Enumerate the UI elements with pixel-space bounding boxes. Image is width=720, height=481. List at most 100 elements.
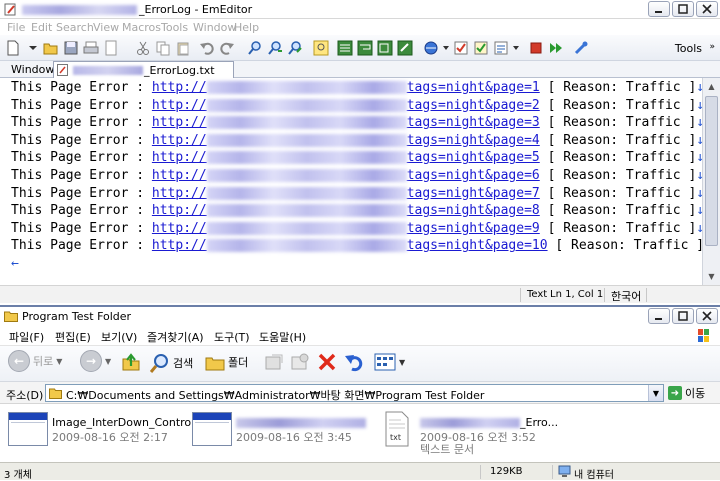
menu-search[interactable]: Search xyxy=(56,21,94,34)
menu-tools[interactable]: Tools xyxy=(161,21,188,34)
redacted-tab-name xyxy=(73,66,143,75)
config-button[interactable] xyxy=(452,39,470,57)
explorer-statusbar: 3 개체 129KB 내 컴퓨터 xyxy=(0,462,720,481)
wrap-page-button[interactable] xyxy=(376,39,394,57)
log-prefix: This Page Error : xyxy=(11,168,152,183)
log-url-link[interactable]: http://tags=night&page=7 xyxy=(152,186,540,201)
toolbar-overflow-icon[interactable]: » xyxy=(709,42,715,52)
go-button[interactable]: ➜ 이동 xyxy=(668,385,705,401)
restore-icon xyxy=(678,311,688,321)
up-button[interactable] xyxy=(122,353,140,371)
copy-to-button[interactable] xyxy=(290,353,310,371)
file-item[interactable]: txt _Erro... 2009-08-16 오전 3:52 텍스트 문서 xyxy=(382,410,582,456)
menu-macros[interactable]: Macros xyxy=(122,21,161,34)
menu-edit[interactable]: 편집(E) xyxy=(55,329,91,345)
minimize-button[interactable] xyxy=(648,308,670,324)
save-button[interactable] xyxy=(62,39,80,57)
plugin-button[interactable] xyxy=(572,39,590,57)
forward-button[interactable]: → ▼ xyxy=(80,350,111,372)
new-dropdown[interactable] xyxy=(24,39,42,57)
log-url-link[interactable]: http://tags=night&page=10 xyxy=(152,238,548,253)
open-button[interactable] xyxy=(42,39,60,57)
explorer-title: Program Test Folder xyxy=(22,310,132,323)
chevron-down-icon: ▼ xyxy=(105,356,112,366)
file-item[interactable]: 2009-08-16 오전 3:45 xyxy=(192,410,372,456)
close-button[interactable] xyxy=(696,308,718,324)
undo-button[interactable] xyxy=(344,352,366,372)
tab-errorlog[interactable]: _ErrorLog.txt xyxy=(53,61,234,78)
search-button[interactable]: 검색 xyxy=(150,353,193,373)
views-button[interactable]: ▼ xyxy=(374,353,405,371)
highlight-button[interactable] xyxy=(312,39,330,57)
address-dropdown-icon[interactable]: ▼ xyxy=(648,385,663,401)
menu-window[interactable]: Window xyxy=(193,21,236,34)
scroll-up-icon[interactable]: ▲ xyxy=(705,79,718,94)
copy-button[interactable] xyxy=(154,39,172,57)
preview-button[interactable] xyxy=(102,39,120,57)
menu-edit[interactable]: Edit xyxy=(31,21,52,34)
log-url-link[interactable]: http://tags=night&page=6 xyxy=(152,168,540,183)
menu-favorites[interactable]: 즐겨찾기(A) xyxy=(147,329,204,345)
restore-button[interactable] xyxy=(672,308,694,324)
log-line: This Page Error : http://tags=night&page… xyxy=(11,79,704,97)
redo-button[interactable] xyxy=(218,39,236,57)
wrap-window-button[interactable] xyxy=(356,39,374,57)
scroll-thumb[interactable] xyxy=(705,96,718,246)
menu-view[interactable]: 보기(V) xyxy=(101,329,137,345)
chevron-down-icon xyxy=(29,46,37,50)
chevron-down-icon: ▼ xyxy=(56,356,63,366)
wrap-char-button[interactable] xyxy=(396,39,414,57)
menu-help[interactable]: 도움말(H) xyxy=(259,329,306,345)
minimize-button[interactable] xyxy=(648,1,670,17)
wrap-none-button[interactable] xyxy=(336,39,354,57)
file-item[interactable]: Image_InterDown_Controler 2009-08-16 오전 … xyxy=(8,410,206,456)
move-to-button[interactable] xyxy=(264,353,284,371)
menu-help[interactable]: Help xyxy=(234,21,259,34)
redacted-url xyxy=(206,186,407,200)
log-url-link[interactable]: http://tags=night&page=8 xyxy=(152,203,540,218)
find-button[interactable] xyxy=(246,39,264,57)
menu-tools[interactable]: 도구(T) xyxy=(214,329,250,345)
restore-button[interactable] xyxy=(672,1,694,17)
back-button[interactable]: ← 뒤로 ▼ xyxy=(8,350,62,372)
log-url-link[interactable]: http://tags=night&page=3 xyxy=(152,115,540,130)
log-line: This Page Error : http://tags=night&page… xyxy=(11,132,704,150)
log-url-link[interactable]: http://tags=night&page=9 xyxy=(152,221,540,236)
tools-toolbar-label[interactable]: Tools xyxy=(675,42,702,55)
menu-view[interactable]: View xyxy=(93,21,119,34)
scroll-down-icon[interactable]: ▼ xyxy=(705,269,718,284)
undo-button[interactable] xyxy=(198,39,216,57)
print-button[interactable] xyxy=(82,39,100,57)
run-macro-button[interactable] xyxy=(547,39,565,57)
log-url-link[interactable]: http://tags=night&page=1 xyxy=(152,80,540,95)
new-button[interactable] xyxy=(4,39,22,57)
close-button[interactable] xyxy=(696,1,718,17)
paste-button[interactable] xyxy=(174,39,192,57)
search-icon xyxy=(150,354,168,373)
log-url-link[interactable]: http://tags=night&page=5 xyxy=(152,150,540,165)
log-line: This Page Error : http://tags=night&page… xyxy=(11,185,704,203)
log-reason: [ Reason: Traffic ] xyxy=(539,115,697,131)
menu-file[interactable]: File xyxy=(7,21,25,34)
cut-button[interactable] xyxy=(134,39,152,57)
log-url-link[interactable]: http://tags=night&page=2 xyxy=(152,98,540,113)
folders-button[interactable]: 폴더 xyxy=(205,353,248,371)
macro-dropdown[interactable] xyxy=(507,39,525,57)
menu-file[interactable]: 파일(F) xyxy=(9,329,44,345)
properties-button[interactable] xyxy=(472,39,490,57)
log-url-link[interactable]: http://tags=night&page=4 xyxy=(152,133,540,148)
log-prefix: This Page Error : xyxy=(11,238,152,254)
find-prev-icon xyxy=(288,41,302,55)
find-prev-button[interactable] xyxy=(286,39,304,57)
address-input[interactable]: C:₩Documents and Settings₩Administrator₩… xyxy=(45,384,664,402)
text-file-icon xyxy=(57,64,68,76)
stop-macro-button[interactable] xyxy=(527,39,545,57)
undo-icon xyxy=(345,355,363,372)
text-editor-area[interactable]: This Page Error : http://tags=night&page… xyxy=(0,78,712,285)
delete-button[interactable] xyxy=(317,352,337,372)
find-next-button[interactable] xyxy=(266,39,284,57)
log-reason: [ Reason: Traffic ] xyxy=(539,150,697,166)
editor-vertical-scrollbar[interactable]: ▲ ▼ xyxy=(702,78,720,285)
log-prefix: This Page Error : xyxy=(11,115,152,131)
redacted-filename xyxy=(236,418,366,428)
